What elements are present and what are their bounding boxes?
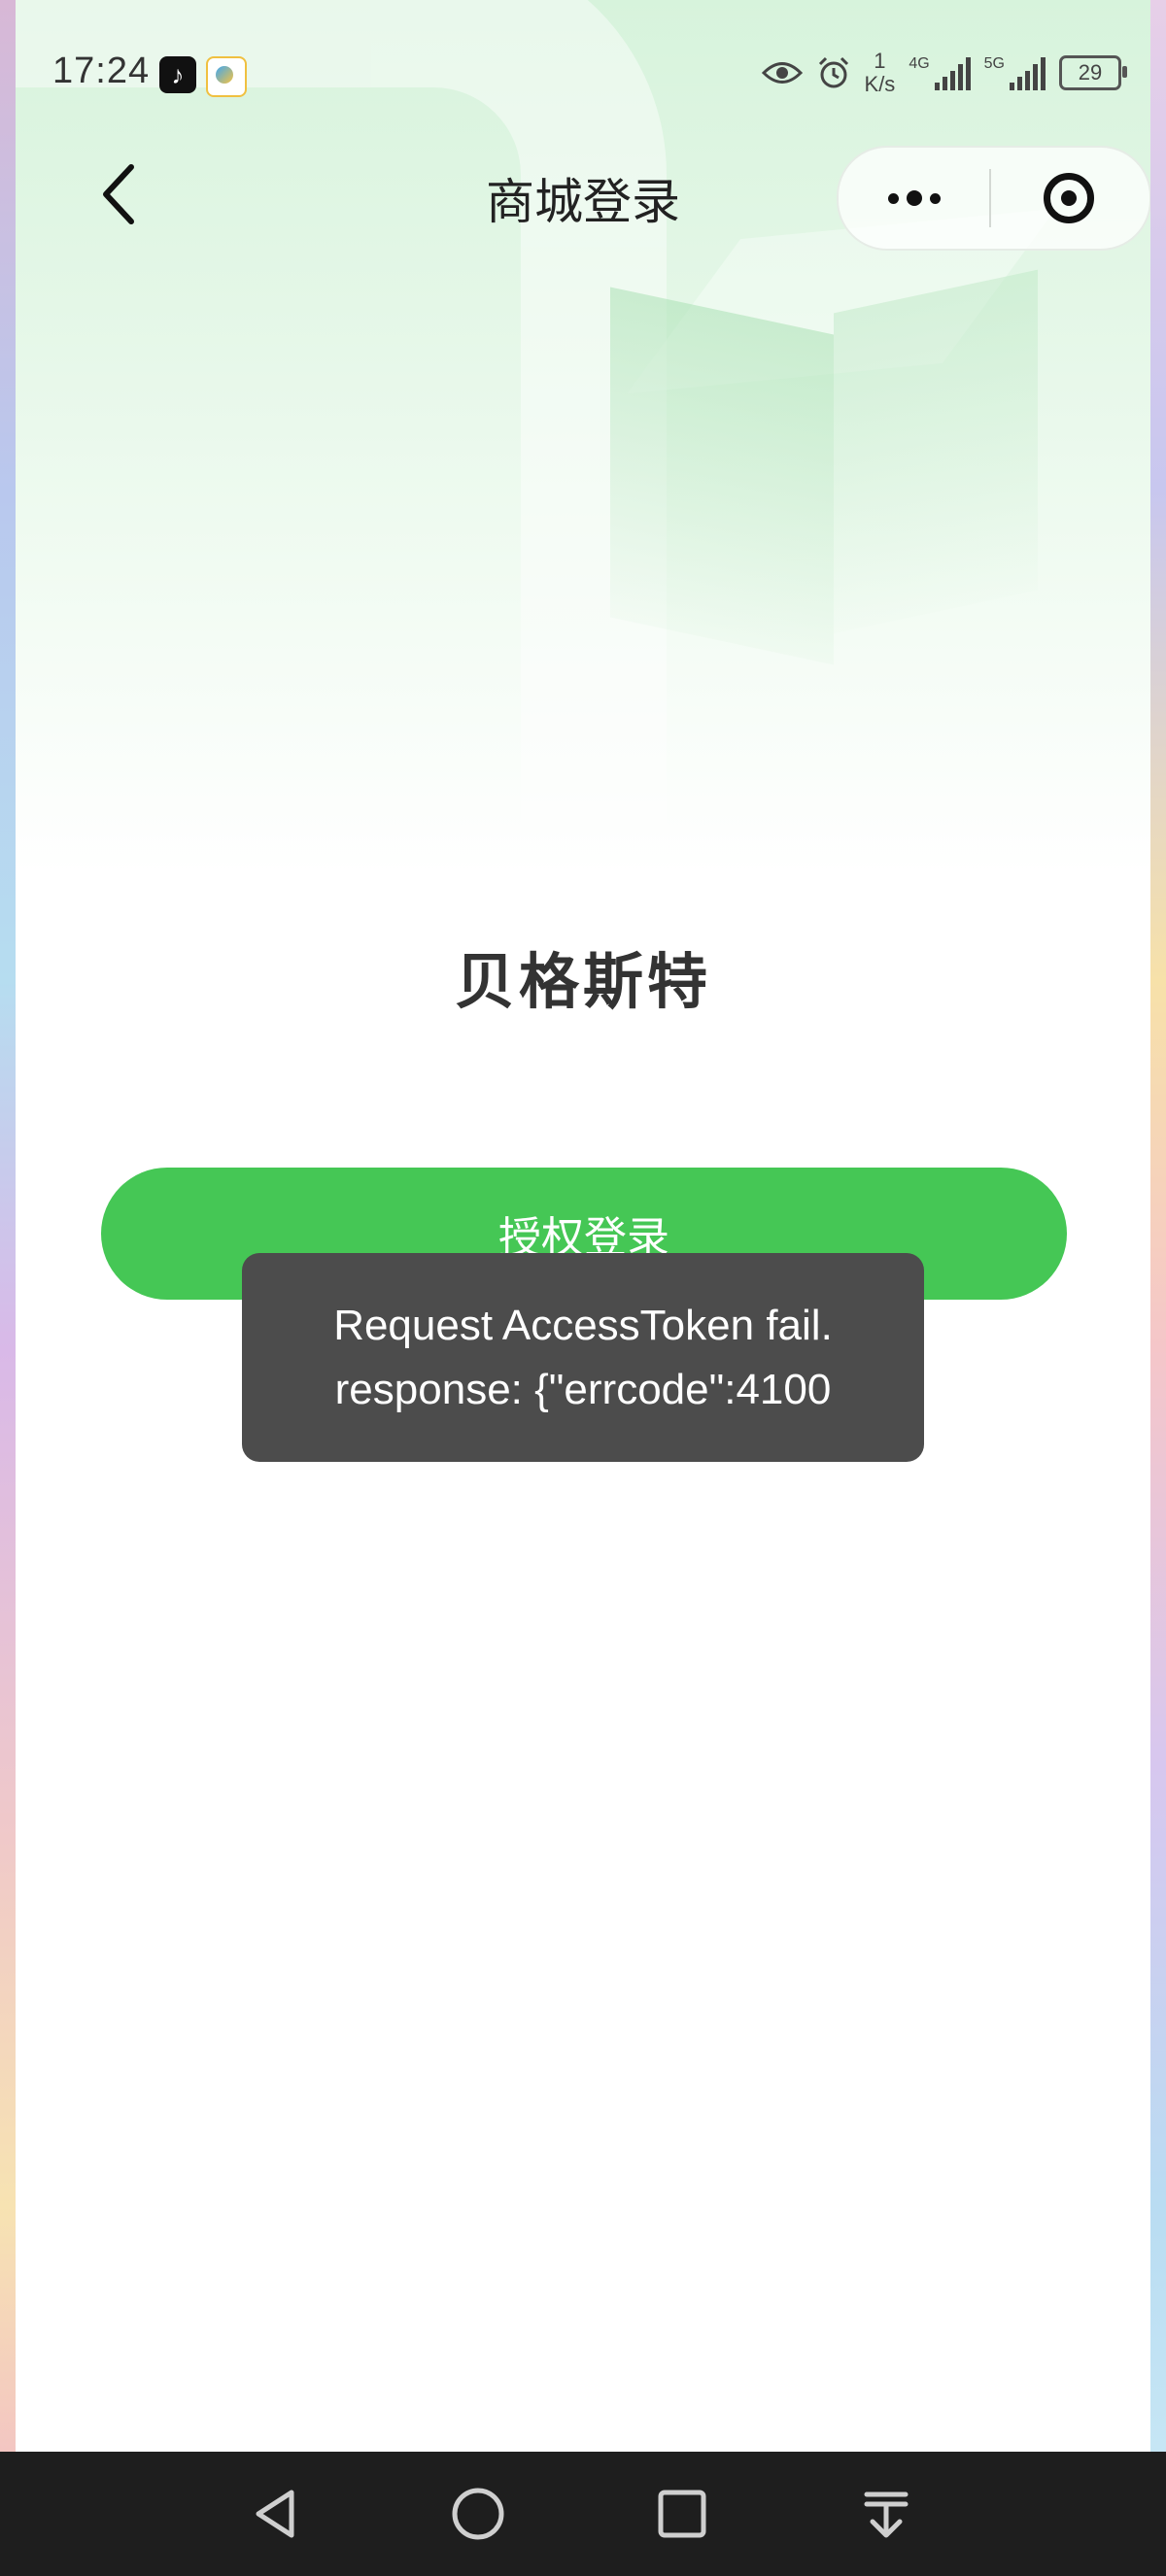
app-screen: 17:24 ♪ 1 K/s 4G 5G 29 商城登录 贝格斯特 授权登录 Re… (16, 0, 1150, 2452)
download-arrow-icon[interactable] (855, 2483, 917, 2545)
triangle-back-icon[interactable] (245, 2483, 307, 2545)
more-dots-icon (887, 192, 899, 204)
eye-icon (761, 62, 803, 84)
signal-4g: 4G (909, 55, 971, 90)
error-toast: Request AccessToken fail. response: {"er… (242, 1253, 924, 1462)
tiktok-notification-icon: ♪ (159, 56, 196, 93)
alarm-icon (818, 56, 848, 88)
background-cube-front (610, 287, 834, 665)
brand-name: 贝格斯特 (454, 949, 711, 1016)
more-button[interactable] (839, 148, 989, 249)
toast-line-1: Request AccessToken fail. (333, 1301, 833, 1349)
signal-4g-label: 4G (909, 55, 930, 72)
more-dot-right (929, 192, 941, 204)
status-bar: 17:24 ♪ 1 K/s 4G 5G 29 (16, 39, 1150, 107)
toast-line-2: response: {"errcode":4100 (334, 1365, 832, 1413)
signal-5g-label: 5G (983, 55, 1005, 72)
more-dot-center (906, 190, 922, 206)
mini-program-capsule (837, 146, 1150, 251)
close-mini-program-button[interactable] (991, 148, 1147, 249)
network-speed-value: 1 (874, 49, 886, 73)
square-recent-icon[interactable] (651, 2483, 713, 2545)
network-speed: 1 K/s (865, 50, 896, 96)
signal-5g: 5G (984, 55, 1046, 90)
header-background (16, 0, 1150, 874)
status-time: 17:24 (52, 51, 151, 91)
left-edge-decoration (0, 0, 16, 2452)
background-arch-decoration (16, 0, 667, 826)
system-navigation-bar (0, 2452, 1166, 2576)
background-cube-side (834, 269, 1038, 634)
right-edge-decoration (1150, 0, 1166, 2452)
battery-indicator: 29 (1059, 55, 1127, 90)
app-notification-icon (206, 56, 247, 97)
status-right-group: 1 K/s 4G 5G 29 (761, 49, 1127, 97)
circle-home-icon[interactable] (447, 2483, 509, 2545)
target-circle-icon (1044, 173, 1094, 223)
nav-bar: 商城登录 (16, 146, 1150, 253)
network-speed-unit: K/s (864, 72, 896, 96)
